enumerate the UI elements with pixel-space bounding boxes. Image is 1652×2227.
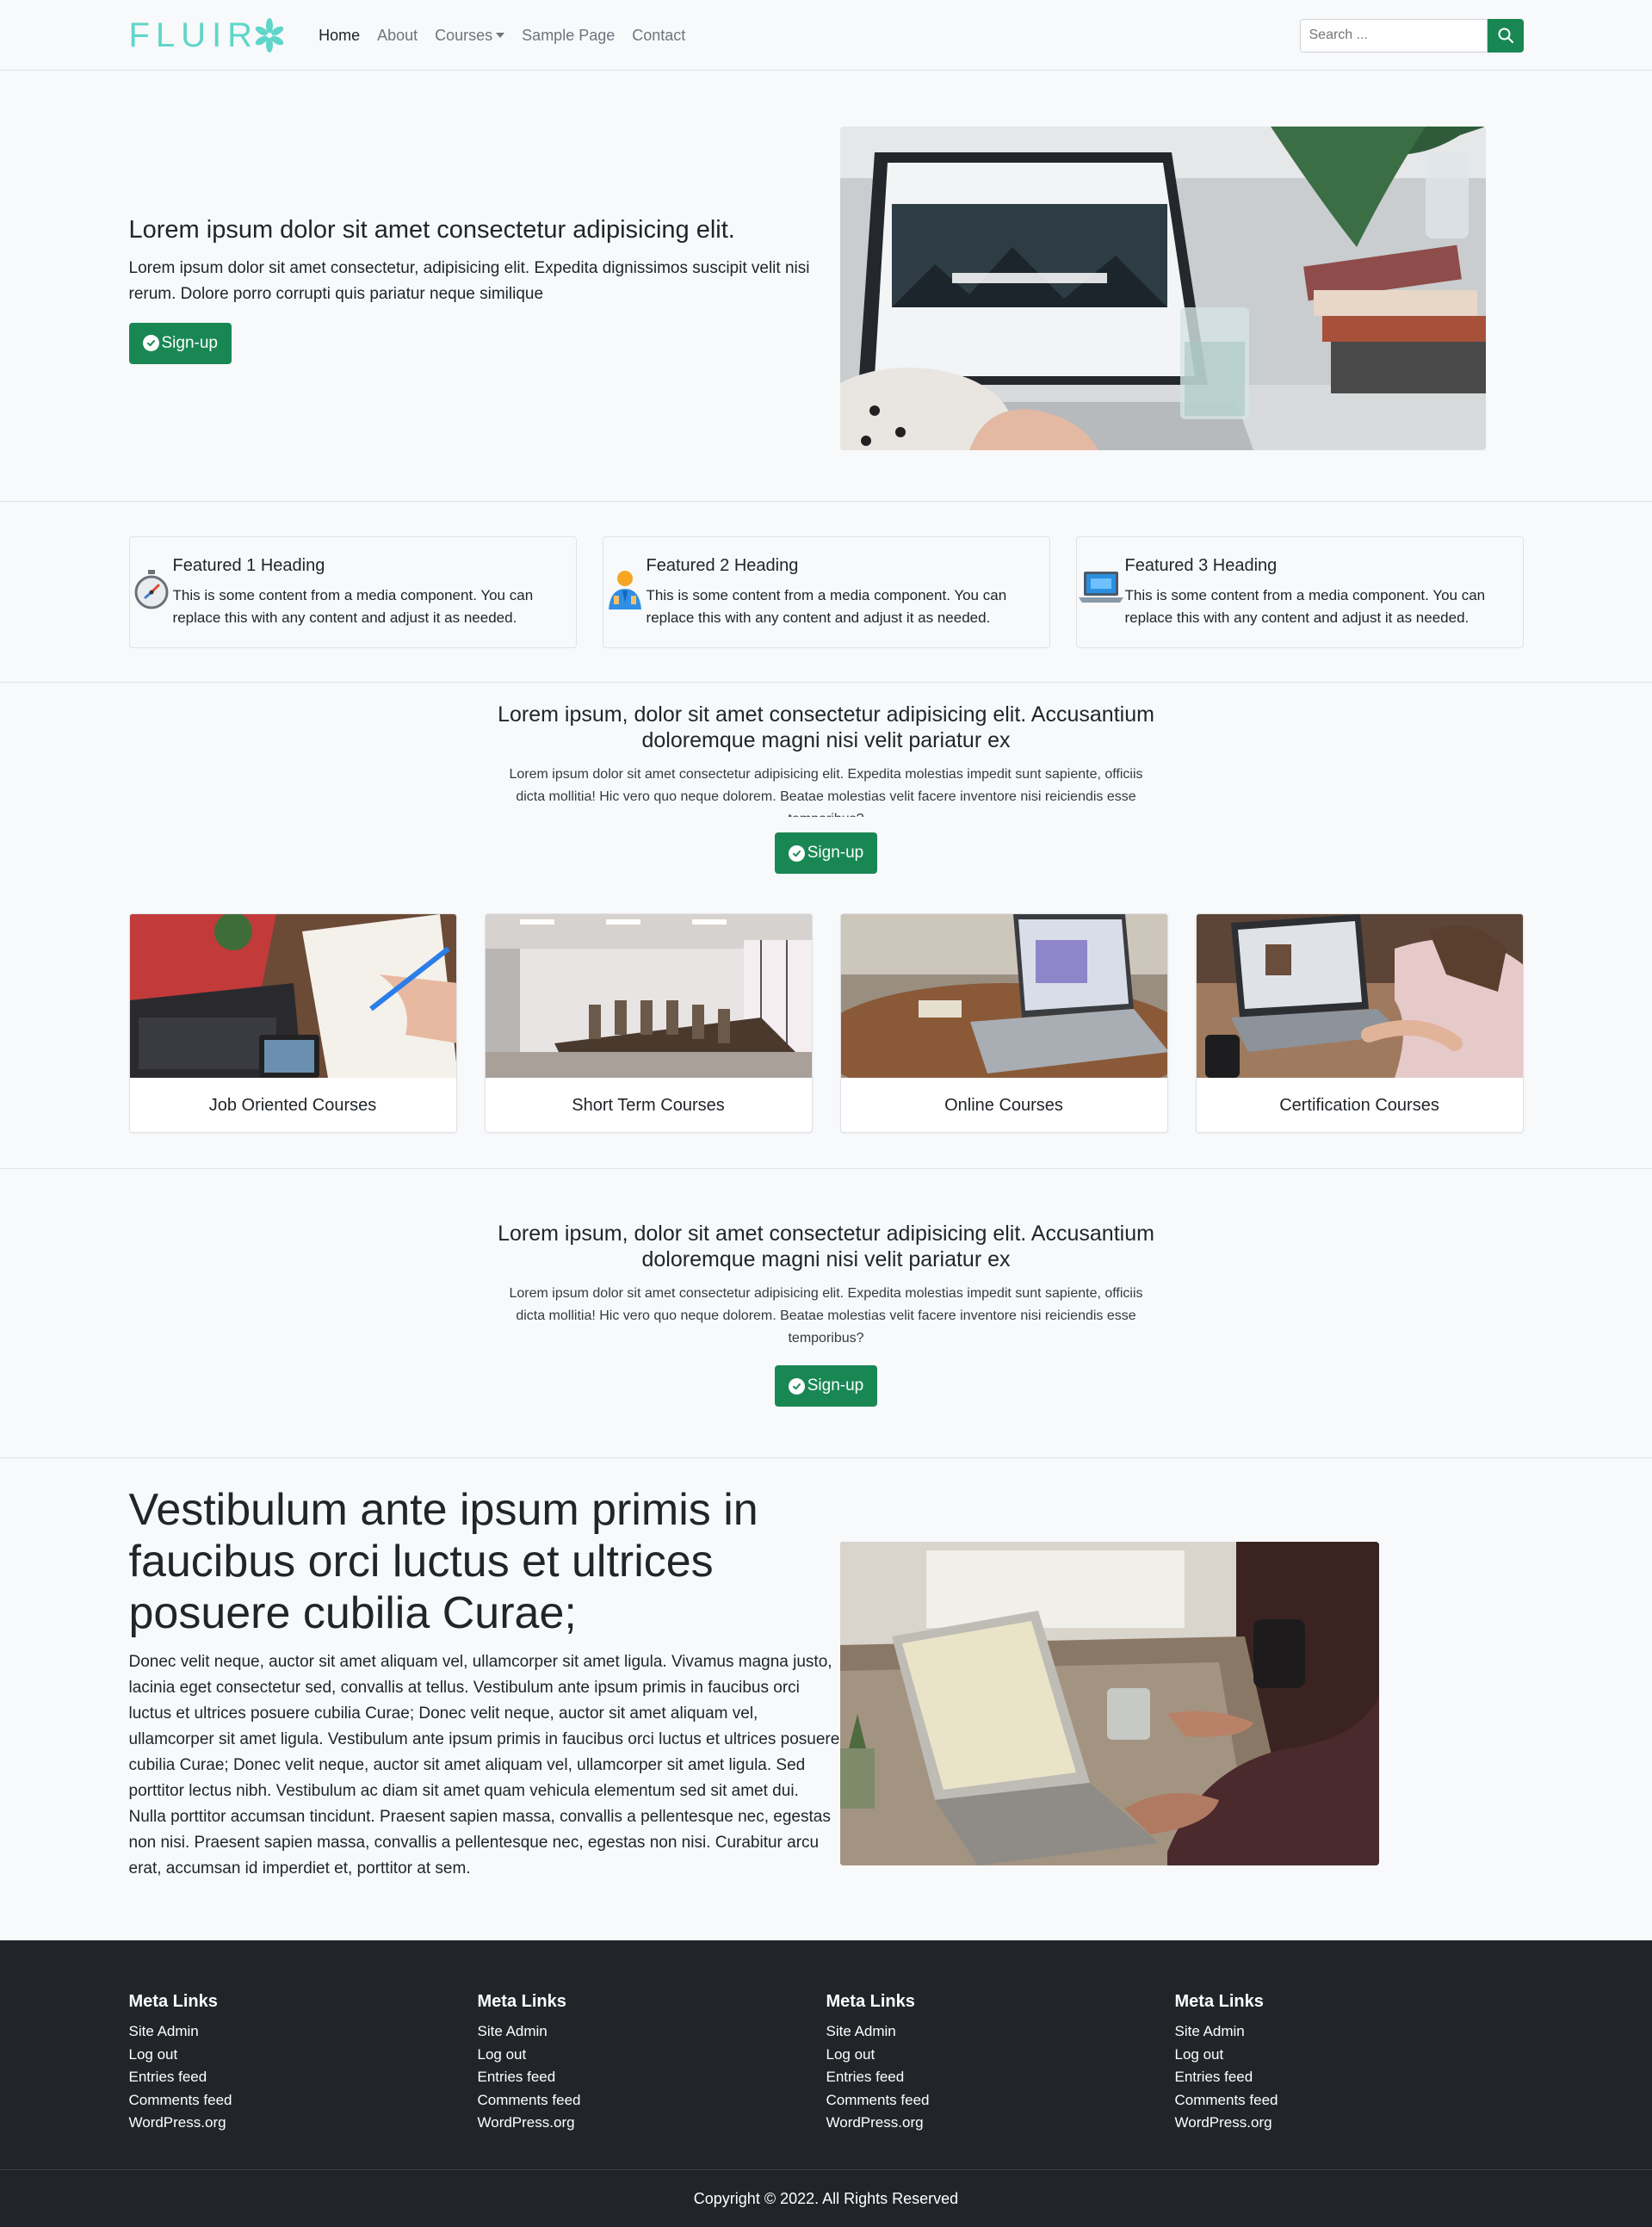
footer-link-comments-feed[interactable]: Comments feed bbox=[478, 2089, 826, 2113]
hero-description: Lorem ipsum dolor sit amet consectetur, … bbox=[128, 258, 810, 303]
course-title: Job Oriented Courses bbox=[208, 1095, 377, 1115]
cta-signup-button[interactable]: Sign-up bbox=[774, 832, 878, 874]
feature-text: This is some content from a media compon… bbox=[172, 587, 534, 626]
feature-card: Featured 2 Heading This is some content … bbox=[602, 536, 1050, 648]
footer-link-wordpress[interactable]: WordPress.org bbox=[1175, 2112, 1524, 2135]
copyright-text: Copyright © 2022. All Rights Reserved bbox=[693, 2190, 959, 2207]
feature-text: This is some content from a media compon… bbox=[646, 587, 1007, 626]
feature-title: Featured 1 Heading bbox=[172, 556, 325, 575]
caret-down-icon bbox=[496, 33, 505, 38]
footer-column: Meta Links Site Admin Log out Entries fe… bbox=[826, 1992, 1175, 2135]
article-section: Vestibulum ante ipsum primis in faucibus… bbox=[0, 1458, 1652, 1940]
footer-link-entries-feed[interactable]: Entries feed bbox=[129, 2066, 478, 2089]
nav-about[interactable]: About bbox=[368, 27, 426, 45]
logo-text: FLUIR bbox=[128, 15, 259, 54]
footer-link-comments-feed[interactable]: Comments feed bbox=[826, 2089, 1175, 2113]
course-title: Short Term Courses bbox=[572, 1095, 725, 1115]
feature-title: Featured 3 Heading bbox=[1124, 556, 1278, 575]
footer-link-wordpress[interactable]: WordPress.org bbox=[826, 2112, 1175, 2135]
cta-section-secondary: Lorem ipsum, dolor sit amet consectetur … bbox=[0, 1169, 1652, 1458]
hero-laptop-image bbox=[839, 127, 1486, 450]
main-nav: Home About Courses Sample Page Contact bbox=[310, 27, 694, 45]
footer-link-log-out[interactable]: Log out bbox=[1175, 2044, 1524, 2067]
nav-home[interactable]: Home bbox=[310, 27, 368, 45]
feature-text: This is some content from a media compon… bbox=[1124, 587, 1486, 626]
article-image bbox=[839, 1542, 1379, 1865]
footer-link-entries-feed[interactable]: Entries feed bbox=[478, 2066, 826, 2089]
check-circle-icon bbox=[142, 335, 159, 352]
nav-courses-label: Courses bbox=[435, 26, 493, 44]
course-image bbox=[840, 914, 1167, 1104]
flower-logo-icon bbox=[255, 18, 284, 53]
check-circle-icon bbox=[788, 844, 805, 862]
footer-link-log-out[interactable]: Log out bbox=[478, 2044, 826, 2067]
site-logo[interactable]: FLUIR bbox=[129, 14, 285, 57]
footer-column-title: Meta Links bbox=[477, 1992, 566, 2011]
feature-card: Featured 3 Heading This is some content … bbox=[1075, 536, 1524, 648]
course-card[interactable]: Online Courses bbox=[839, 913, 1168, 1133]
footer: Meta Links Site Admin Log out Entries fe… bbox=[0, 1940, 1652, 2170]
copyright-bar: Copyright © 2022. All Rights Reserved bbox=[0, 2170, 1652, 2227]
cta-title: Lorem ipsum, dolor sit amet consectetur … bbox=[498, 1222, 1154, 1271]
course-title: Online Courses bbox=[944, 1095, 1063, 1115]
footer-column: Meta Links Site Admin Log out Entries fe… bbox=[1175, 1992, 1524, 2135]
footer-link-log-out[interactable]: Log out bbox=[826, 2044, 1175, 2067]
navbar: FLUIR Home About Courses Sample Page Con… bbox=[0, 0, 1652, 71]
course-image bbox=[129, 914, 456, 1078]
course-card[interactable]: Job Oriented Courses bbox=[128, 913, 457, 1133]
stopwatch-icon bbox=[134, 570, 169, 609]
search-icon bbox=[1498, 28, 1513, 43]
cta-title: Lorem ipsum, dolor sit amet consectetur … bbox=[498, 702, 1154, 752]
footer-link-wordpress[interactable]: WordPress.org bbox=[478, 2112, 826, 2135]
article-text: Vestibulum ante ipsum primis in faucibus… bbox=[129, 1458, 840, 1882]
feature-card: Featured 1 Heading This is some content … bbox=[128, 536, 577, 648]
feature-title: Featured 2 Heading bbox=[646, 556, 799, 575]
features-section: Featured 1 Heading This is some content … bbox=[0, 502, 1652, 683]
footer-link-site-admin[interactable]: Site Admin bbox=[826, 2020, 1175, 2044]
article-body: Donec velit neque, auctor sit amet aliqu… bbox=[128, 1653, 840, 1877]
footer-column: Meta Links Site Admin Log out Entries fe… bbox=[129, 1992, 478, 2135]
footer-column-title: Meta Links bbox=[128, 1992, 218, 2011]
footer-column: Meta Links Site Admin Log out Entries fe… bbox=[478, 1992, 826, 2135]
hero-signup-label: Sign-up bbox=[161, 333, 219, 352]
hero-title: Lorem ipsum dolor sit amet consectetur a… bbox=[128, 216, 735, 244]
nav-contact[interactable]: Contact bbox=[623, 27, 694, 45]
cta-description: Lorem ipsum dolor sit amet consectetur a… bbox=[509, 1286, 1143, 1345]
search-input[interactable] bbox=[1299, 18, 1488, 53]
hero-text: Lorem ipsum dolor sit amet consectetur a… bbox=[128, 71, 840, 501]
hero-signup-button[interactable]: Sign-up bbox=[128, 322, 232, 364]
footer-link-site-admin[interactable]: Site Admin bbox=[129, 2020, 478, 2044]
footer-link-site-admin[interactable]: Site Admin bbox=[478, 2020, 826, 2044]
nav-courses-dropdown[interactable]: Courses bbox=[426, 27, 513, 45]
footer-column-title: Meta Links bbox=[1174, 1992, 1264, 2011]
course-title: Certification Courses bbox=[1279, 1095, 1439, 1115]
cta-description: Lorem ipsum dolor sit amet consectetur a… bbox=[509, 767, 1143, 817]
footer-link-wordpress[interactable]: WordPress.org bbox=[129, 2112, 478, 2135]
cta-signup-label: Sign-up bbox=[807, 844, 864, 862]
user-icon bbox=[608, 571, 641, 609]
footer-link-site-admin[interactable]: Site Admin bbox=[1175, 2020, 1524, 2044]
laptop-icon bbox=[1078, 572, 1123, 603]
footer-link-entries-feed[interactable]: Entries feed bbox=[1175, 2066, 1524, 2089]
footer-link-entries-feed[interactable]: Entries feed bbox=[826, 2066, 1175, 2089]
cta-signup-button[interactable]: Sign-up bbox=[774, 1365, 878, 1407]
nav-sample-page[interactable]: Sample Page bbox=[513, 27, 623, 45]
course-image bbox=[1196, 914, 1523, 1078]
search-form bbox=[1299, 18, 1524, 53]
check-circle-icon bbox=[788, 1377, 805, 1395]
cta-signup-label: Sign-up bbox=[807, 1376, 864, 1395]
footer-link-comments-feed[interactable]: Comments feed bbox=[1175, 2089, 1524, 2113]
courses-section: Job Oriented Courses Short Term Courses bbox=[0, 913, 1652, 1169]
hero-section: Lorem ipsum dolor sit amet consectetur a… bbox=[0, 71, 1652, 502]
footer-column-title: Meta Links bbox=[826, 1992, 915, 2011]
course-card[interactable]: Short Term Courses bbox=[484, 913, 813, 1133]
search-button[interactable] bbox=[1487, 18, 1524, 53]
footer-link-comments-feed[interactable]: Comments feed bbox=[129, 2089, 478, 2113]
footer-link-log-out[interactable]: Log out bbox=[129, 2044, 478, 2067]
article-title: Vestibulum ante ipsum primis in faucibus… bbox=[128, 1485, 758, 1638]
course-card[interactable]: Certification Courses bbox=[1195, 913, 1524, 1133]
course-image bbox=[485, 914, 812, 1078]
cta-section: Lorem ipsum, dolor sit amet consectetur … bbox=[0, 683, 1652, 913]
